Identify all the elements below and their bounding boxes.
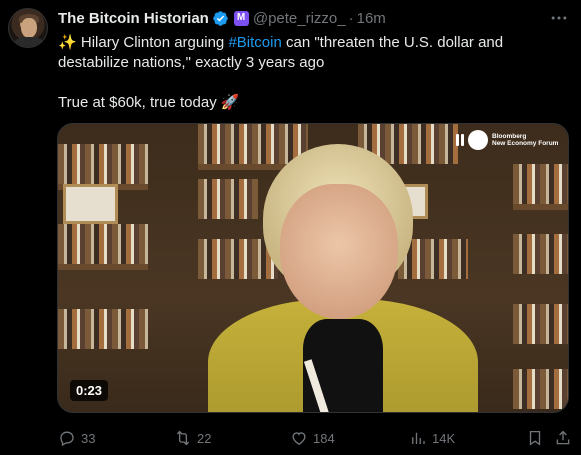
reply-button[interactable]: 33: [58, 427, 95, 449]
verified-badge-icon[interactable]: [212, 10, 229, 27]
tweet-timestamp[interactable]: 16m: [357, 10, 386, 27]
tweet-line-1: ✨ Hilary Clinton arguing #Bitcoin can "t…: [58, 33, 568, 73]
views-icon: [412, 432, 425, 444]
like-button[interactable]: 184: [290, 427, 335, 449]
repost-icon: [176, 430, 190, 446]
repost-button[interactable]: 22: [174, 427, 211, 449]
avatar-face: [21, 18, 37, 38]
like-count: 184: [313, 430, 335, 446]
views-count: 14K: [432, 430, 456, 446]
bookshelf: [58, 224, 148, 264]
person-face: [280, 184, 398, 319]
tweet-text-part: True at $60k, true today: [58, 94, 221, 111]
repost-count: 22: [197, 430, 212, 446]
share-button[interactable]: [554, 427, 572, 449]
tweet-header: The Bitcoin Historian M @pete_rizzo_ · 1…: [58, 8, 386, 28]
bookshelf: [513, 234, 568, 274]
picture-frame: [63, 184, 118, 224]
action-bar: 33 22 184 14K: [58, 427, 573, 449]
tweet-text-part: Hilary Clinton arguing: [76, 34, 229, 51]
bookmark-icon: [529, 430, 541, 446]
avatar[interactable]: [8, 8, 48, 48]
separator-dot: ·: [348, 9, 354, 27]
watermark-text: Bloomberg New Economy Forum: [492, 133, 558, 147]
video-duration: 0:23: [70, 380, 109, 401]
bookmark-button[interactable]: [526, 427, 544, 449]
bloomberg-watermark: Bloomberg New Economy Forum: [456, 130, 558, 150]
author-handle[interactable]: @pete_rizzo_: [253, 10, 346, 27]
person-top: [303, 319, 383, 412]
hashtag-link[interactable]: #Bitcoin: [228, 34, 281, 51]
reply-count: 33: [81, 430, 96, 446]
tweet-line-2: True at $60k, true today 🚀: [58, 93, 568, 113]
avatar-body: [14, 37, 44, 47]
watermark-line-2: New Economy Forum: [492, 140, 559, 147]
watermark-line-1: Bloomberg: [492, 133, 527, 140]
bookshelf: [58, 144, 148, 184]
reply-icon: [60, 431, 74, 447]
bookshelf: [58, 309, 148, 349]
bookshelf: [513, 164, 568, 204]
shelf-plank: [58, 264, 148, 270]
shelf-plank: [513, 204, 568, 210]
tweet-text: ✨ Hilary Clinton arguing #Bitcoin can "t…: [58, 33, 568, 113]
share-icon: [556, 430, 570, 445]
author-name[interactable]: The Bitcoin Historian: [58, 10, 209, 27]
more-icon[interactable]: [549, 8, 569, 28]
rocket-emoji: 🚀: [220, 94, 240, 111]
bookshelf: [513, 369, 568, 409]
sparkles-emoji: ✨: [58, 34, 77, 51]
bloomberg-logo-icon: [456, 130, 488, 150]
video-player[interactable]: Bloomberg New Economy Forum 0:23: [57, 123, 569, 413]
like-icon: [292, 432, 306, 446]
tweet[interactable]: The Bitcoin Historian M @pete_rizzo_ · 1…: [0, 0, 581, 455]
bookshelf: [198, 179, 258, 219]
affiliate-badge-icon[interactable]: M: [233, 10, 249, 26]
views-button[interactable]: 14K: [409, 427, 455, 449]
bookshelf: [513, 304, 568, 344]
bookshelf: [198, 124, 308, 164]
